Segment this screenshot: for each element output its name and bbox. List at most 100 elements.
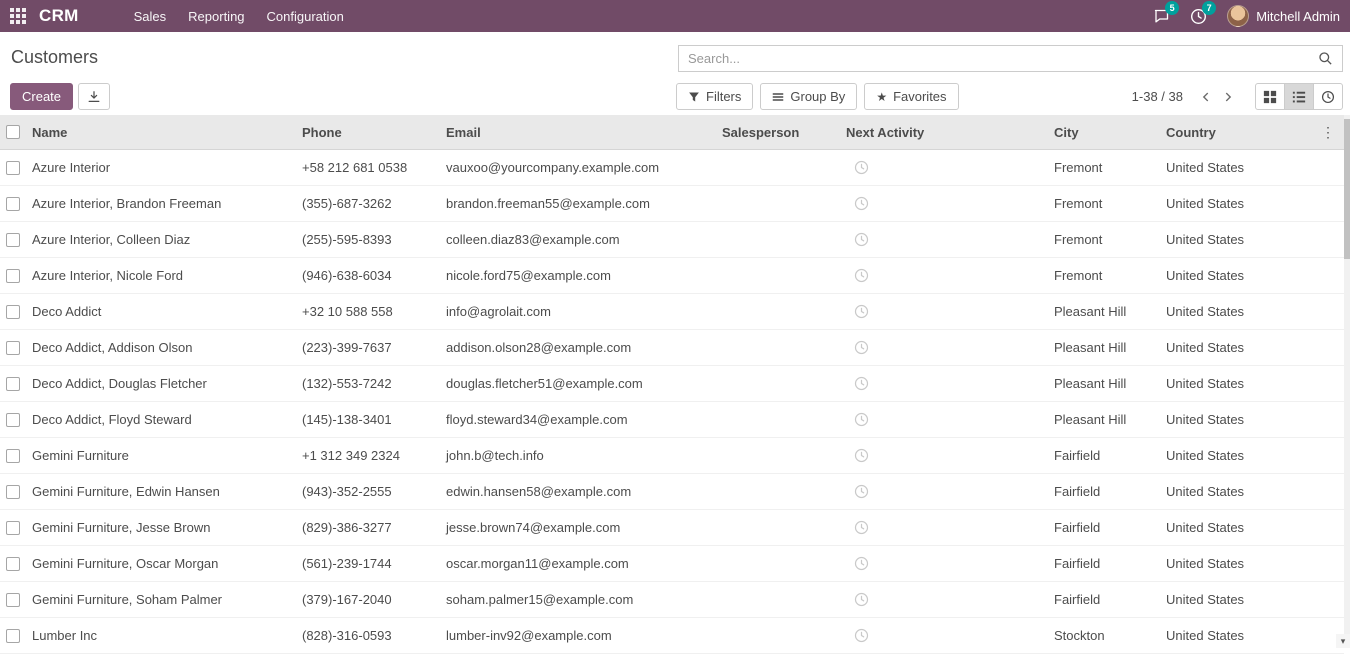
- favorites-button[interactable]: ★ Favorites: [864, 83, 958, 110]
- vertical-scrollbar[interactable]: [1344, 115, 1350, 648]
- cell-country[interactable]: United States: [1160, 304, 1264, 319]
- table-row[interactable]: Deco Addict, Addison Olson (223)-399-763…: [0, 330, 1344, 366]
- apps-menu-icon[interactable]: [10, 8, 27, 25]
- row-checkbox[interactable]: [6, 449, 20, 463]
- cell-city[interactable]: Fairfield: [1048, 592, 1160, 607]
- cell-city[interactable]: Fremont: [1048, 196, 1160, 211]
- cell-name[interactable]: Gemini Furniture, Soham Palmer: [26, 592, 296, 607]
- cell-email[interactable]: brandon.freeman55@example.com: [440, 196, 716, 211]
- table-row[interactable]: Gemini Furniture, Edwin Hansen (943)-352…: [0, 474, 1344, 510]
- row-checkbox[interactable]: [6, 521, 20, 535]
- table-row[interactable]: Gemini Furniture, Soham Palmer (379)-167…: [0, 582, 1344, 618]
- cell-city[interactable]: Pleasant Hill: [1048, 304, 1160, 319]
- group-by-button[interactable]: Group By: [760, 83, 857, 110]
- cell-name[interactable]: Deco Addict, Douglas Fletcher: [26, 376, 296, 391]
- scrollbar-thumb[interactable]: [1344, 119, 1350, 259]
- cell-city[interactable]: Fremont: [1048, 232, 1160, 247]
- cell-country[interactable]: United States: [1160, 556, 1264, 571]
- cell-name[interactable]: Azure Interior, Colleen Diaz: [26, 232, 296, 247]
- cell-phone[interactable]: (829)-386-3277: [296, 520, 440, 535]
- scroll-down-button[interactable]: ▾: [1336, 634, 1350, 648]
- row-checkbox[interactable]: [6, 485, 20, 499]
- cell-phone[interactable]: (946)-638-6034: [296, 268, 440, 283]
- row-checkbox[interactable]: [6, 269, 20, 283]
- column-header-salesperson[interactable]: Salesperson: [716, 125, 840, 140]
- column-header-name[interactable]: Name: [26, 125, 296, 140]
- table-row[interactable]: Gemini Furniture, Oscar Morgan (561)-239…: [0, 546, 1344, 582]
- export-button[interactable]: [78, 83, 110, 110]
- cell-phone[interactable]: (828)-316-0593: [296, 628, 440, 643]
- row-checkbox[interactable]: [6, 413, 20, 427]
- row-checkbox[interactable]: [6, 341, 20, 355]
- cell-next-activity[interactable]: [840, 520, 1048, 535]
- cell-next-activity[interactable]: [840, 556, 1048, 571]
- cell-email[interactable]: jesse.brown74@example.com: [440, 520, 716, 535]
- cell-email[interactable]: addison.olson28@example.com: [440, 340, 716, 355]
- create-button[interactable]: Create: [10, 83, 73, 110]
- cell-phone[interactable]: (223)-399-7637: [296, 340, 440, 355]
- cell-country[interactable]: United States: [1160, 340, 1264, 355]
- cell-email[interactable]: douglas.fletcher51@example.com: [440, 376, 716, 391]
- cell-name[interactable]: Deco Addict, Floyd Steward: [26, 412, 296, 427]
- table-row[interactable]: Gemini Furniture, Jesse Brown (829)-386-…: [0, 510, 1344, 546]
- cell-next-activity[interactable]: [840, 196, 1048, 211]
- view-list-button[interactable]: [1284, 83, 1314, 110]
- cell-city[interactable]: Pleasant Hill: [1048, 412, 1160, 427]
- cell-email[interactable]: lumber-inv92@example.com: [440, 628, 716, 643]
- cell-city[interactable]: Pleasant Hill: [1048, 340, 1160, 355]
- cell-phone[interactable]: +58 212 681 0538: [296, 160, 440, 175]
- cell-city[interactable]: Fremont: [1048, 268, 1160, 283]
- menu-reporting[interactable]: Reporting: [177, 0, 255, 33]
- row-checkbox[interactable]: [6, 557, 20, 571]
- user-name[interactable]: Mitchell Admin: [1256, 9, 1340, 24]
- menu-sales[interactable]: Sales: [123, 0, 178, 33]
- cell-city[interactable]: Fairfield: [1048, 484, 1160, 499]
- table-row[interactable]: Gemini Furniture +1 312 349 2324 john.b@…: [0, 438, 1344, 474]
- cell-email[interactable]: info@agrolait.com: [440, 304, 716, 319]
- cell-phone[interactable]: (561)-239-1744: [296, 556, 440, 571]
- cell-email[interactable]: soham.palmer15@example.com: [440, 592, 716, 607]
- cell-city[interactable]: Fairfield: [1048, 448, 1160, 463]
- cell-next-activity[interactable]: [840, 160, 1048, 175]
- cell-city[interactable]: Fremont: [1048, 160, 1160, 175]
- column-header-phone[interactable]: Phone: [296, 125, 440, 140]
- cell-phone[interactable]: (379)-167-2040: [296, 592, 440, 607]
- cell-email[interactable]: john.b@tech.info: [440, 448, 716, 463]
- user-menu[interactable]: Mitchell Admin: [1227, 5, 1340, 27]
- cell-phone[interactable]: (943)-352-2555: [296, 484, 440, 499]
- table-row[interactable]: Deco Addict +32 10 588 558 info@agrolait…: [0, 294, 1344, 330]
- user-avatar[interactable]: [1227, 5, 1249, 27]
- cell-next-activity[interactable]: [840, 268, 1048, 283]
- cell-country[interactable]: United States: [1160, 520, 1264, 535]
- cell-country[interactable]: United States: [1160, 196, 1264, 211]
- filters-button[interactable]: Filters: [676, 83, 753, 110]
- table-row[interactable]: Deco Addict, Floyd Steward (145)-138-340…: [0, 402, 1344, 438]
- column-options-icon[interactable]: ⋮: [1321, 124, 1335, 140]
- cell-country[interactable]: United States: [1160, 628, 1264, 643]
- column-header-city[interactable]: City: [1048, 125, 1160, 140]
- cell-country[interactable]: United States: [1160, 376, 1264, 391]
- search-input[interactable]: [679, 51, 1318, 66]
- row-checkbox[interactable]: [6, 629, 20, 643]
- row-checkbox[interactable]: [6, 161, 20, 175]
- cell-phone[interactable]: (132)-553-7242: [296, 376, 440, 391]
- cell-next-activity[interactable]: [840, 340, 1048, 355]
- pager-previous-button[interactable]: [1195, 83, 1217, 110]
- column-header-next-activity[interactable]: Next Activity: [840, 125, 1048, 140]
- cell-next-activity[interactable]: [840, 232, 1048, 247]
- table-row[interactable]: Deco Addict, Douglas Fletcher (132)-553-…: [0, 366, 1344, 402]
- messages-button[interactable]: 5: [1153, 8, 1170, 24]
- cell-phone[interactable]: (255)-595-8393: [296, 232, 440, 247]
- cell-next-activity[interactable]: [840, 628, 1048, 643]
- cell-country[interactable]: United States: [1160, 268, 1264, 283]
- cell-city[interactable]: Fairfield: [1048, 520, 1160, 535]
- cell-name[interactable]: Azure Interior: [26, 160, 296, 175]
- cell-country[interactable]: United States: [1160, 448, 1264, 463]
- cell-email[interactable]: floyd.steward34@example.com: [440, 412, 716, 427]
- table-row[interactable]: Azure Interior +58 212 681 0538 vauxoo@y…: [0, 150, 1344, 186]
- view-kanban-button[interactable]: [1255, 83, 1285, 110]
- cell-email[interactable]: oscar.morgan11@example.com: [440, 556, 716, 571]
- cell-name[interactable]: Azure Interior, Brandon Freeman: [26, 196, 296, 211]
- cell-name[interactable]: Deco Addict, Addison Olson: [26, 340, 296, 355]
- cell-country[interactable]: United States: [1160, 232, 1264, 247]
